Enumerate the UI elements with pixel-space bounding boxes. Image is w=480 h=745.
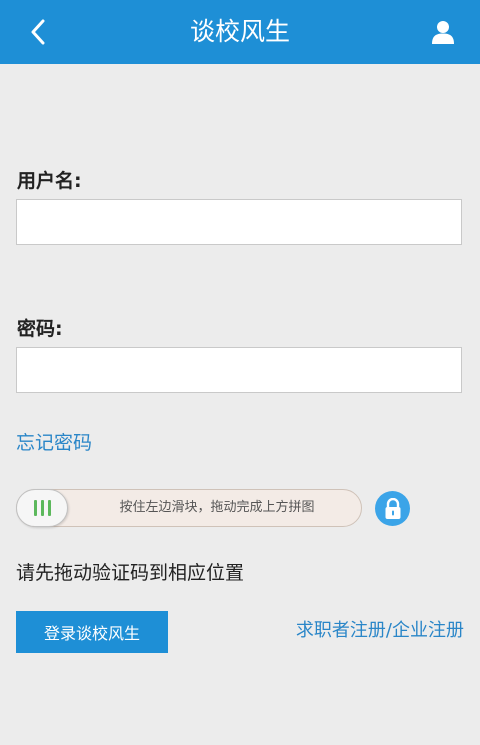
password-label: 密码:: [17, 318, 63, 340]
captcha-slider-track: 按住左边滑块，拖动完成上方拼图: [16, 489, 362, 527]
app-header: 谈校风生: [0, 0, 480, 64]
password-input[interactable]: [16, 347, 462, 393]
captcha-hint: 请先拖动验证码到相应位置: [16, 562, 245, 584]
grip-lines-icon: [32, 500, 53, 516]
lock-icon: [385, 497, 400, 519]
username-label: 用户名:: [17, 170, 82, 192]
forgot-password-link[interactable]: 忘记密码: [16, 428, 92, 455]
register-links: 求职者注册/企业注册: [296, 616, 464, 642]
user-profile-button[interactable]: [426, 14, 460, 50]
captcha-slider-text: 按住左边滑块，拖动完成上方拼图: [119, 500, 315, 515]
chevron-left-icon: [31, 19, 45, 45]
captcha-slider-handle[interactable]: [16, 489, 68, 527]
login-button[interactable]: 登录谈校风生: [16, 611, 168, 653]
captcha-lock-badge: [375, 491, 410, 526]
company-register-link[interactable]: 企业注册: [392, 620, 464, 641]
user-icon: [432, 21, 454, 44]
back-button[interactable]: [18, 12, 58, 52]
page-title: 谈校风生: [189, 17, 290, 46]
username-input[interactable]: [16, 199, 462, 245]
jobseeker-register-link[interactable]: 求职者注册: [296, 620, 386, 641]
login-page: 谈校风生 用户名: 密码: 忘记密码 按住左边滑块，拖动完成上方拼图 请先拖动验…: [0, 0, 480, 745]
